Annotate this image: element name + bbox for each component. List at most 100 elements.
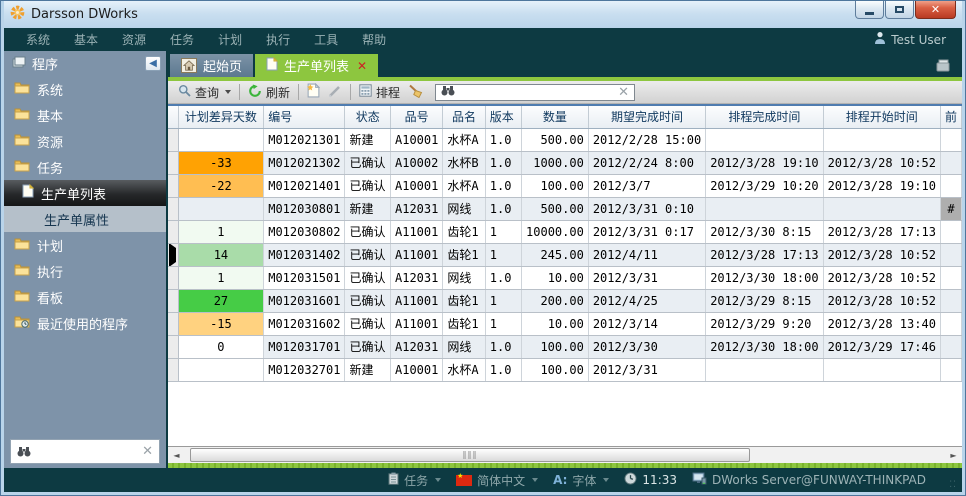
cell-order_no[interactable]: M012031501 (264, 266, 345, 289)
cell-order_no[interactable]: M012031701 (264, 335, 345, 358)
sidebar-item-5[interactable]: 生产单列表 (4, 180, 166, 206)
sidebar-item-1[interactable]: 系统 (4, 76, 166, 102)
cell-version[interactable]: 1.0 (485, 335, 521, 358)
cell-item_name[interactable]: 网线 (443, 335, 485, 358)
scroll-right-icon[interactable]: ► (945, 447, 962, 463)
cell-qty[interactable]: 1000.00 (522, 151, 589, 174)
cell-status[interactable]: 已确认 (345, 289, 391, 312)
cell-diff[interactable]: 1 (178, 220, 264, 243)
cell-diff[interactable]: 27 (178, 289, 264, 312)
cell-order_no[interactable]: M012031402 (264, 243, 345, 266)
cell-order_no[interactable]: M012021401 (264, 174, 345, 197)
language-menu[interactable]: 简体中文 (456, 472, 538, 489)
cell-item_name[interactable]: 齿轮1 (443, 312, 485, 335)
cell-expected[interactable]: 2012/4/11 (588, 243, 705, 266)
cell-item_name[interactable]: 水杯B (443, 151, 485, 174)
table-filter-input[interactable] (460, 85, 613, 99)
table-row-11[interactable]: M012032701新建A10001水杯A1.0100.002012/3/31 (168, 358, 962, 381)
table-row-10[interactable]: 0M012031701已确认A12031网线1.0100.002012/3/30… (168, 335, 962, 358)
row-indicator[interactable] (168, 243, 178, 266)
menu-item-2[interactable]: 基本 (62, 31, 110, 48)
resize-grip[interactable]: ⁚⁚ (949, 480, 957, 490)
cell-extra[interactable]: # (940, 197, 961, 220)
cell-order_no[interactable]: M012030802 (264, 220, 345, 243)
cell-order_no[interactable]: M012031601 (264, 289, 345, 312)
table-row-9[interactable]: -15M012031602已确认A11001齿轮1110.002012/3/14… (168, 312, 962, 335)
cell-status[interactable]: 已确认 (345, 266, 391, 289)
cell-qty[interactable]: 500.00 (522, 128, 589, 151)
cell-status[interactable]: 新建 (345, 128, 391, 151)
panel-pin-icon[interactable] (934, 57, 952, 76)
cell-expected[interactable]: 2012/3/31 (588, 266, 705, 289)
sidebar-item-2[interactable]: 基本 (4, 102, 166, 128)
cell-item_name[interactable]: 齿轮1 (443, 289, 485, 312)
cell-item_no[interactable]: A11001 (391, 312, 443, 335)
menu-item-6[interactable]: 执行 (254, 31, 302, 48)
close-button[interactable]: ✕ (915, 1, 956, 19)
column-header-9[interactable]: 排程完成时间 (706, 106, 823, 128)
cell-sched_start[interactable]: 2012/3/28 19:10 (823, 174, 940, 197)
cell-sched_start[interactable]: 2012/3/28 17:13 (823, 220, 940, 243)
new-button[interactable] (303, 83, 324, 101)
cell-expected[interactable]: 2012/3/7 (588, 174, 705, 197)
cell-extra[interactable] (940, 151, 961, 174)
cell-version[interactable]: 1.0 (485, 266, 521, 289)
sidebar-search-input[interactable] (36, 445, 137, 459)
cell-item_name[interactable]: 水杯A (443, 358, 485, 381)
cell-qty[interactable]: 245.00 (522, 243, 589, 266)
row-indicator[interactable] (168, 197, 178, 220)
cell-diff[interactable] (178, 358, 264, 381)
cell-extra[interactable] (940, 312, 961, 335)
menu-item-8[interactable]: 帮助 (350, 31, 398, 48)
cell-version[interactable]: 1.0 (485, 128, 521, 151)
cell-item_name[interactable]: 网线 (443, 266, 485, 289)
cell-version[interactable]: 1.0 (485, 197, 521, 220)
column-header-1[interactable]: 计划差异天数 (178, 106, 264, 128)
cell-qty[interactable]: 200.00 (522, 289, 589, 312)
cell-version[interactable]: 1 (485, 220, 521, 243)
table-row-5[interactable]: 1M012030802已确认A11001齿轮1110000.002012/3/3… (168, 220, 962, 243)
column-header-8[interactable]: 期望完成时间 (588, 106, 705, 128)
cell-extra[interactable] (940, 220, 961, 243)
column-header-4[interactable]: 品号 (391, 106, 443, 128)
row-indicator[interactable] (168, 151, 178, 174)
cell-item_name[interactable]: 水杯A (443, 174, 485, 197)
sidebar-item-4[interactable]: 任务 (4, 154, 166, 180)
row-indicator[interactable] (168, 335, 178, 358)
filter-clear-icon[interactable]: ✕ (618, 85, 629, 100)
cell-status[interactable]: 已确认 (345, 220, 391, 243)
table-row-7[interactable]: 1M012031501已确认A12031网线1.010.002012/3/312… (168, 266, 962, 289)
cell-expected[interactable]: 2012/3/31 0:10 (588, 197, 705, 220)
cell-sched_start[interactable]: 2012/3/28 13:40 (823, 312, 940, 335)
cell-order_no[interactable]: M012030801 (264, 197, 345, 220)
table-row-1[interactable]: M012021301新建A10001水杯A1.0500.002012/2/28 … (168, 128, 962, 151)
table-row-3[interactable]: -22M012021401已确认A10001水杯A1.0100.002012/3… (168, 174, 962, 197)
cell-item_no[interactable]: A11001 (391, 220, 443, 243)
cell-version[interactable]: 1.0 (485, 151, 521, 174)
cell-diff[interactable] (178, 197, 264, 220)
table-row-6[interactable]: 14M012031402已确认A11001齿轮11245.002012/4/11… (168, 243, 962, 266)
cell-qty[interactable]: 10000.00 (522, 220, 589, 243)
schedule-button[interactable]: 排程 (355, 84, 404, 101)
task-menu[interactable]: 任务 (388, 472, 441, 489)
row-indicator[interactable] (168, 220, 178, 243)
cell-extra[interactable] (940, 335, 961, 358)
cell-sched_finish[interactable]: 2012/3/28 17:13 (706, 243, 823, 266)
menu-item-4[interactable]: 任务 (158, 31, 206, 48)
cell-sched_finish[interactable] (706, 128, 823, 151)
cell-sched_start[interactable]: 2012/3/29 17:46 (823, 335, 940, 358)
cell-qty[interactable]: 100.00 (522, 335, 589, 358)
cell-diff[interactable] (178, 128, 264, 151)
cell-expected[interactable]: 2012/3/14 (588, 312, 705, 335)
query-button[interactable]: 查询 (174, 84, 235, 101)
cell-qty[interactable]: 500.00 (522, 197, 589, 220)
cell-qty[interactable]: 10.00 (522, 266, 589, 289)
cell-status[interactable]: 已确认 (345, 151, 391, 174)
cell-sched_finish[interactable] (706, 358, 823, 381)
menu-item-7[interactable]: 工具 (302, 31, 350, 48)
cell-sched_finish[interactable]: 2012/3/29 8:15 (706, 289, 823, 312)
menu-item-1[interactable]: 系统 (14, 31, 62, 48)
cell-sched_start[interactable] (823, 197, 940, 220)
cell-status[interactable]: 已确认 (345, 243, 391, 266)
cell-sched_start[interactable] (823, 128, 940, 151)
